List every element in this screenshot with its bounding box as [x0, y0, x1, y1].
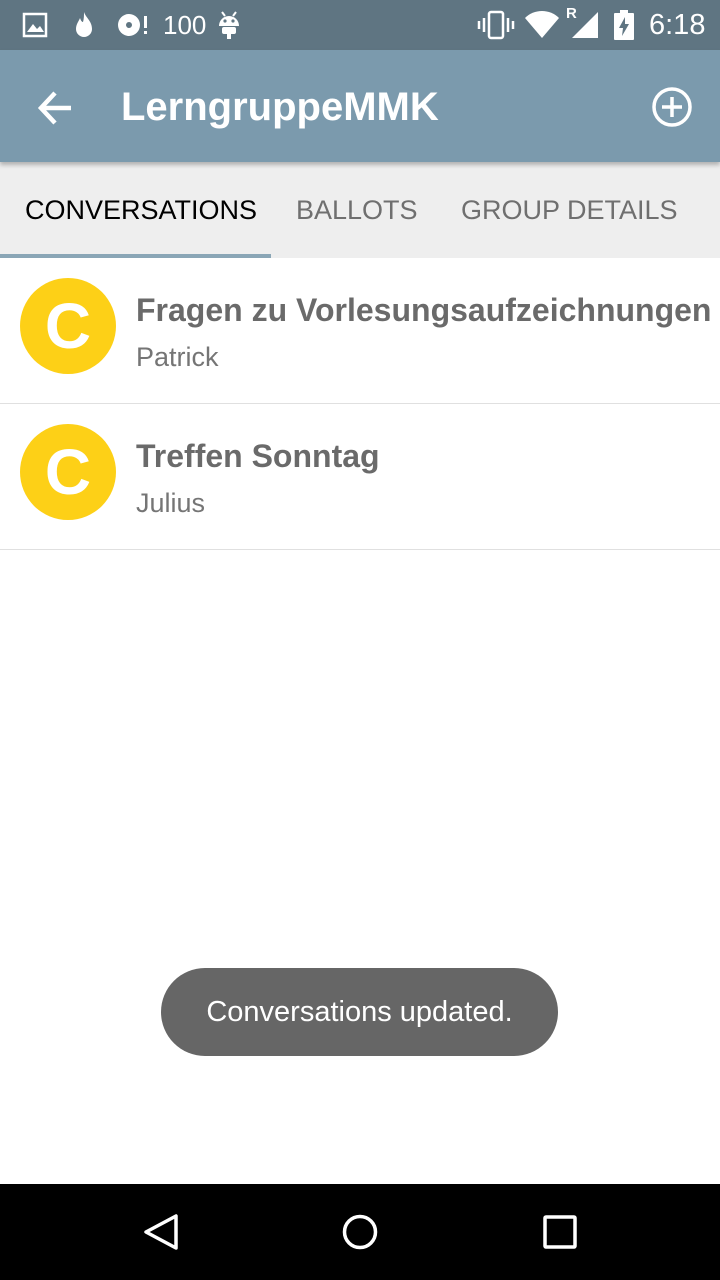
conversation-author: Julius [136, 488, 206, 518]
list-item[interactable]: C Treffen Sonntag Julius [0, 404, 720, 550]
page-title: LerngruppeMMK [121, 85, 439, 129]
conversation-list: C Fragen zu Vorlesungsaufzeichnungen Pat… [0, 258, 720, 550]
battery-charging-icon [614, 10, 634, 40]
recents-square-icon[interactable] [532, 1204, 588, 1260]
navigation-bar [0, 1184, 720, 1280]
notification-count: 100 [163, 10, 207, 40]
tab-conversations[interactable]: CONVERSATIONS [25, 162, 257, 258]
back-triangle-icon[interactable] [132, 1204, 188, 1260]
avatar: C [20, 278, 116, 374]
flame-icon [76, 12, 92, 37]
conversation-title: Fragen zu Vorlesungsaufzeichnungen [136, 292, 712, 328]
conversation-author: Patrick [136, 342, 219, 372]
android-icon [219, 11, 239, 39]
list-item[interactable]: C Fragen zu Vorlesungsaufzeichnungen Pat… [0, 258, 720, 404]
add-circle-icon[interactable] [644, 79, 700, 135]
vibrate-icon [477, 10, 515, 40]
cell-signal-icon [572, 12, 598, 38]
home-circle-icon[interactable] [332, 1204, 388, 1260]
disc-alert-icon [118, 14, 147, 36]
conversation-title: Treffen Sonntag [136, 438, 380, 474]
app-bar: LerngruppeMMK [0, 50, 720, 162]
arrow-back-icon[interactable] [28, 80, 84, 136]
tab-bar: CONVERSATIONS BALLOTS GROUP DETAILS [0, 162, 720, 258]
status-bar: 100 R 6:18 [0, 0, 720, 50]
tab-ballots[interactable]: BALLOTS [296, 162, 418, 258]
avatar: C [20, 424, 116, 520]
status-time: 6:18 [649, 9, 706, 41]
wifi-icon [525, 10, 559, 38]
toast-message: Conversations updated. [161, 968, 558, 1056]
image-icon [22, 12, 48, 38]
tab-group-details[interactable]: GROUP DETAILS [461, 162, 678, 258]
